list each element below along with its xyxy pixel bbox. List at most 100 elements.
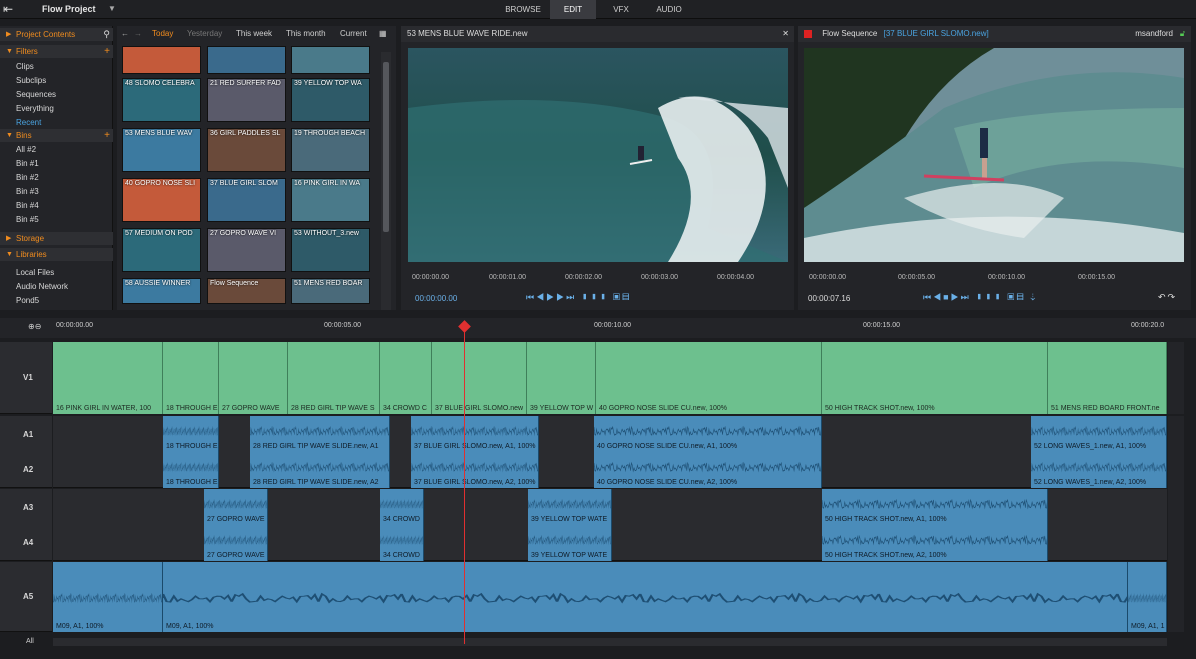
forward-arrow-icon[interactable]: →: [134, 29, 142, 38]
audio-clip-a2[interactable]: 37 BLUE GIRL SLOMO.new, A2, 100%: [411, 452, 539, 488]
timeline-ruler-bar[interactable]: ⊕⊖ 00:00:00.00 00:00:05.00 00:00:10.00 0…: [0, 318, 1196, 338]
thumbnail[interactable]: [291, 46, 370, 74]
audio-clip-a1[interactable]: 37 BLUE GIRL SLOMO.new, A1, 100%: [411, 416, 539, 452]
audio-clip-a5[interactable]: M09, A1, 1: [1128, 562, 1167, 632]
filter-current[interactable]: Current: [340, 29, 367, 38]
audio-clip-a4[interactable]: 34 CROWD: [380, 525, 424, 561]
source-video-frame[interactable]: [408, 48, 788, 262]
record-video-frame[interactable]: [804, 48, 1184, 262]
thumbnail[interactable]: 53 WITHOUT_3.new: [291, 228, 370, 272]
library-audio-network[interactable]: Audio Network: [16, 282, 68, 291]
timeline-h-scrollbar[interactable]: [53, 638, 1167, 646]
track-header-a1-a2[interactable]: A1 A2: [0, 416, 52, 488]
audio-clip-a3[interactable]: 27 GOPRO WAVE: [204, 489, 268, 525]
filter-clips[interactable]: Clips: [16, 62, 34, 71]
audio-clip-a1[interactable]: 18 THROUGH E: [163, 416, 219, 452]
track-header-a3-a4[interactable]: A3 A4: [0, 489, 52, 561]
filter-sequences[interactable]: Sequences: [16, 90, 56, 99]
storage-header[interactable]: ▶ Storage: [0, 232, 113, 245]
exit-icon[interactable]: ⇤: [3, 2, 17, 16]
libraries-header[interactable]: ▼ Libraries: [0, 248, 113, 261]
video-clip[interactable]: 50 HIGH TRACK SHOT.new, 100%: [822, 342, 1048, 414]
video-clip[interactable]: 40 GOPRO NOSE SLIDE CU.new, 100%: [596, 342, 822, 414]
audio-clip-a4[interactable]: 39 YELLOW TOP WATE: [528, 525, 612, 561]
grid-view-icon[interactable]: ▦: [379, 29, 387, 38]
record-timecode[interactable]: 00:00:07.16: [808, 294, 850, 303]
audio-clip-a2[interactable]: 40 GOPRO NOSE SLIDE CU.new, A2, 100%: [594, 452, 822, 488]
audio-clip-a1[interactable]: 28 RED GIRL TIP WAVE SLIDE.new, A1: [250, 416, 390, 452]
bin-2[interactable]: Bin #2: [16, 173, 39, 182]
close-icon[interactable]: ✕: [782, 26, 789, 42]
tab-edit[interactable]: EDIT: [550, 0, 596, 19]
filter-this-month[interactable]: This month: [286, 29, 326, 38]
project-contents-header[interactable]: ▶ Project Contents ⚲: [0, 28, 113, 41]
audio-clip-a3[interactable]: 34 CROWD: [380, 489, 424, 525]
all-tracks-label[interactable]: All: [26, 638, 34, 645]
filter-yesterday[interactable]: Yesterday: [187, 29, 222, 38]
bin-4[interactable]: Bin #4: [16, 201, 39, 210]
thumbnail[interactable]: 39 YELLOW TOP WA: [291, 78, 370, 122]
source-ruler[interactable]: 00:00:00.00 00:00:01.00 00:00:02.00 00:0…: [409, 274, 789, 288]
filter-this-week[interactable]: This week: [236, 29, 272, 38]
audio-clip-a3[interactable]: 39 YELLOW TOP WATE: [528, 489, 612, 525]
audio-clip-a3[interactable]: 50 HIGH TRACK SHOT.new, A1, 100%: [822, 489, 1048, 525]
video-clip[interactable]: 27 GOPRO WAVE: [219, 342, 288, 414]
audio-clip-a5[interactable]: M09, A1, 100%: [163, 562, 1128, 632]
filter-recent[interactable]: Recent: [16, 118, 41, 127]
video-clip[interactable]: 39 YELLOW TOP W: [527, 342, 596, 414]
thumbnail[interactable]: [207, 46, 286, 74]
search-icon[interactable]: ⚲: [103, 28, 110, 41]
track-header-a5[interactable]: A5: [0, 562, 52, 632]
undo-redo-icon[interactable]: ↶↷: [1158, 292, 1177, 303]
browser-scrollbar[interactable]: [381, 52, 391, 310]
lock-icon[interactable]: 🔓︎: [1180, 26, 1185, 42]
audio-clip-a1[interactable]: 40 GOPRO NOSE SLIDE CU.new, A1, 100%: [594, 416, 822, 452]
thumbnail[interactable]: Flow Sequence: [207, 278, 286, 304]
bin-1[interactable]: Bin #1: [16, 159, 39, 168]
video-clip[interactable]: 37 BLUE GIRL SLOMO.new: [432, 342, 527, 414]
bin-5[interactable]: Bin #5: [16, 215, 39, 224]
tab-browse[interactable]: BROWSE: [498, 0, 548, 19]
tab-audio[interactable]: AUDIO: [646, 0, 692, 19]
audio-clip-a4[interactable]: 27 GOPRO WAVE: [204, 525, 268, 561]
add-bin-icon[interactable]: +: [104, 129, 110, 142]
video-clip[interactable]: 18 THROUGH E: [163, 342, 219, 414]
audio-clip-a2[interactable]: 18 THROUGH E: [163, 452, 219, 488]
thumbnail[interactable]: 19 THROUGH BEACH: [291, 128, 370, 172]
thumbnail[interactable]: 51 MENS RED BOAR: [291, 278, 370, 304]
thumbnail[interactable]: 27 GOPRO WAVE VI: [207, 228, 286, 272]
tab-vfx[interactable]: VFX: [598, 0, 644, 19]
thumbnail[interactable]: [122, 46, 201, 74]
video-clip[interactable]: 34 CROWD C: [380, 342, 432, 414]
audio-clip-a2[interactable]: 28 RED GIRL TIP WAVE SLIDE.new, A2: [250, 452, 390, 488]
bin-3[interactable]: Bin #3: [16, 187, 39, 196]
video-clip[interactable]: 51 MENS RED BOARD FRONT.ne: [1048, 342, 1167, 414]
filter-today[interactable]: Today: [152, 29, 173, 38]
bins-header[interactable]: ▼ Bins +: [0, 129, 113, 142]
add-filter-icon[interactable]: +: [104, 45, 110, 58]
user-name[interactable]: msandford: [1135, 26, 1173, 42]
back-arrow-icon[interactable]: ←: [121, 29, 129, 38]
chevron-down-icon[interactable]: ▼: [108, 4, 116, 13]
thumbnail[interactable]: 37 BLUE GIRL SLOM: [207, 178, 286, 222]
audio-clip-a4[interactable]: 50 HIGH TRACK SHOT.new, A2, 100%: [822, 525, 1048, 561]
bin-all[interactable]: All #2: [16, 145, 36, 154]
v-scroll-v1[interactable]: [1168, 342, 1184, 414]
source-transport-controls[interactable]: ⏮◀▶▶⏭ ▮▮▮ ▣▤: [526, 292, 631, 303]
library-pond5[interactable]: Pond5: [16, 296, 39, 305]
filters-header[interactable]: ▼ Filters +: [0, 45, 113, 58]
thumbnail[interactable]: 16 PINK GIRL IN WA: [291, 178, 370, 222]
filter-subclips[interactable]: Subclips: [16, 76, 46, 85]
audio-clip-a1[interactable]: 52 LONG WAVES_1.new, A1, 100%: [1031, 416, 1167, 452]
record-transport-controls[interactable]: ⏮◀■▶⏭ ▮▮▮ ▣▤ ⇣: [923, 292, 1037, 303]
thumbnail[interactable]: 40 GOPRO NOSE SLI: [122, 178, 201, 222]
thumbnail[interactable]: 48 SLOMO CELEBRA: [122, 78, 201, 122]
track-header-v1[interactable]: V1: [0, 342, 52, 414]
audio-clip-a5[interactable]: M09, A1, 100%: [53, 562, 163, 632]
scrollbar-thumb[interactable]: [383, 62, 389, 232]
video-clip[interactable]: 28 RED GIRL TIP WAVE S: [288, 342, 380, 414]
audio-clip-a2[interactable]: 52 LONG WAVES_1.new, A2, 100%: [1031, 452, 1167, 488]
v-scroll-audio[interactable]: [1168, 416, 1184, 632]
thumbnail[interactable]: 36 GIRL PADDLES SL: [207, 128, 286, 172]
thumbnail[interactable]: 58 AUSSIE WINNER: [122, 278, 201, 304]
